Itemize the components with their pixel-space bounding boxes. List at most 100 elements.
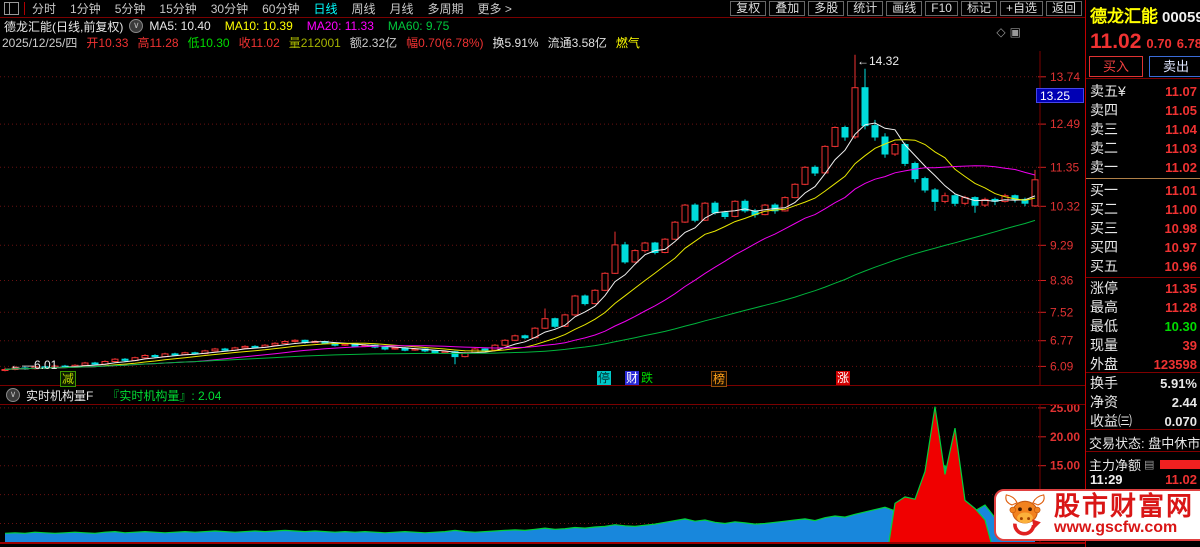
panel-row-现量[interactable]: 现量 39 (1086, 336, 1200, 355)
ma-label: MA60: 9.75 (387, 19, 450, 33)
panel-row-换手[interactable]: 换手 5.91% (1086, 374, 1200, 393)
candle-body (211, 348, 219, 352)
candle-body (821, 145, 829, 174)
candle-body (931, 189, 939, 202)
trade-status: 交易状态: 盘中休市 (1089, 436, 1200, 451)
candle-body (501, 339, 509, 346)
toolbar-button-画线[interactable]: 画线 (886, 1, 923, 16)
panel-row-买四[interactable]: 买四 10.97 (1086, 238, 1200, 257)
panel-row-卖一[interactable]: 卖一 11.02 (1086, 158, 1200, 177)
event-badge-榜[interactable]: 榜 (711, 371, 728, 387)
event-badge-减[interactable]: 减 (60, 371, 77, 387)
sell-button[interactable]: 卖出 (1149, 56, 1200, 77)
window-split-icon[interactable] (4, 2, 19, 15)
panel-divider (1086, 372, 1200, 373)
candle-body (551, 318, 559, 327)
toolbar-button-+自选[interactable]: +自选 (999, 1, 1043, 16)
panel-row-卖三[interactable]: 卖三 11.04 (1086, 120, 1200, 139)
tab-1分钟[interactable]: 1分钟 (70, 0, 101, 17)
indicator-name[interactable]: 实时机构量F (26, 387, 93, 404)
chevron-down-icon[interactable]: ∨ (6, 388, 20, 402)
indicator-svg: 25.0020.0015.0010.00 (0, 401, 1080, 543)
tab-30分钟[interactable]: 30分钟 (211, 0, 248, 17)
quote-field: 换5.91% (492, 35, 539, 50)
bid-levels: 买一 11.01 买二 11.00 买三 10.98 买四 10.97 买五 10.96 (1086, 181, 1200, 276)
panel-row-最低[interactable]: 最低 10.30 (1086, 317, 1200, 336)
tab-更多 >[interactable]: 更多 > (478, 0, 512, 17)
ma-line-MA5 (4, 122, 1036, 370)
candle-body (811, 166, 819, 174)
tab-5分钟[interactable]: 5分钟 (115, 0, 146, 17)
tab-多周期[interactable]: 多周期 (428, 0, 464, 17)
candle-body (541, 318, 549, 329)
candle-body (971, 197, 979, 206)
indicator-chart[interactable]: 25.0020.0015.0010.00 (0, 401, 1085, 544)
price-annotation: ←14.32 (857, 54, 899, 68)
event-badge-财[interactable]: 财 (625, 371, 640, 385)
event-badge-涨[interactable]: 涨 (836, 371, 851, 385)
panel-row-买五[interactable]: 买五 10.96 (1086, 257, 1200, 276)
candle-body (911, 163, 919, 180)
tab-分时[interactable]: 分时 (32, 0, 56, 17)
event-badge-跌[interactable]: 跌 (640, 371, 654, 385)
buy-button[interactable]: 买入 (1089, 56, 1143, 77)
panel-row-买一[interactable]: 买一 11.01 (1086, 181, 1200, 200)
toolbar-button-标记[interactable]: 标记 (960, 1, 997, 16)
tab-15分钟[interactable]: 15分钟 (159, 0, 196, 17)
candle-body (851, 87, 859, 138)
toolbar-button-统计[interactable]: 统计 (847, 1, 884, 16)
panel-row-买三[interactable]: 买三 10.98 (1086, 219, 1200, 238)
candle-body (631, 250, 639, 263)
panel-row-买二[interactable]: 买二 11.00 (1086, 200, 1200, 219)
toolbar-button-多股[interactable]: 多股 (808, 1, 845, 16)
event-badge-停[interactable]: 停 (597, 371, 612, 385)
toolbar-button-叠加[interactable]: 叠加 (769, 1, 806, 16)
stock-code: 000593 (1162, 9, 1200, 26)
stock-app-window: 分时 1分钟 5分钟 15分钟 30分钟 60分钟 日线 周线 月线 多周期 更多 > 复权 叠加 多股… (0, 0, 1200, 547)
candle-body (121, 358, 129, 361)
candle-body (881, 136, 889, 155)
ma-labels: MA5: 10.40 MA10: 10.39 MA20: 11.33 MA60: 9.… (149, 19, 463, 33)
candle-body (431, 350, 439, 354)
candle-body (571, 295, 579, 316)
indicator-header: ∨ 实时机构量F 『实时机构量』: 2.04 (0, 386, 1085, 405)
candle-body (141, 355, 149, 359)
y-axis-label: 9.29 (1050, 238, 1074, 252)
toolbar: 分时 1分钟 5分钟 15分钟 30分钟 60分钟 日线 周线 月线 多周期 更多 > 复权 叠加 多股… (0, 0, 1085, 18)
candle-body (681, 204, 689, 223)
toolbar-button-F10[interactable]: F10 (925, 1, 958, 16)
quote-field: 额2.32亿 (349, 35, 398, 50)
candle-body (241, 345, 249, 349)
expand-icon[interactable]: ▤ (1144, 458, 1154, 471)
window-icon[interactable]: ▣ (1010, 25, 1025, 39)
stock-name: 德龙汇能000593 (1090, 2, 1200, 27)
diamond-icon[interactable]: ◇ (996, 25, 1009, 39)
panel-row-卖四[interactable]: 卖四 11.05 (1086, 101, 1200, 120)
tab-月线[interactable]: 月线 (390, 0, 414, 17)
candle-body (611, 244, 619, 274)
tab-60分钟[interactable]: 60分钟 (262, 0, 299, 17)
tab-周线[interactable]: 周线 (351, 0, 375, 17)
toolbar-button-返回[interactable]: 返回 (1045, 1, 1082, 16)
candle-body (221, 348, 229, 351)
y-axis-label: 6.09 (1050, 359, 1074, 373)
panel-row-卖二[interactable]: 卖二 11.03 (1086, 139, 1200, 158)
panel-row-净资[interactable]: 净资 2.44 (1086, 393, 1200, 412)
candle-body (111, 358, 119, 363)
panel-row-涨停[interactable]: 涨停 11.35 (1086, 279, 1200, 298)
chart-info-line1: 德龙汇能(日线,前复权) ∨ MA5: 10.40 MA10: 10.39 MA20… (0, 18, 1085, 34)
candlestick-chart[interactable]: 13.74 12.49 11.35 10.32 9.29 8.36 7.52 6.77 6.09… (0, 25, 1085, 387)
quote-field: 低10.30 (187, 35, 230, 50)
candle-body (861, 87, 869, 127)
y-axis-label: 20.00 (1050, 430, 1080, 444)
candle-body (581, 295, 589, 305)
last-price: 11.020.706.78% (1090, 30, 1200, 54)
panel-row-最高[interactable]: 最高 11.28 (1086, 298, 1200, 317)
tab-日线[interactable]: 日线 (313, 0, 337, 17)
panel-row-卖五¥[interactable]: 卖五¥ 11.07 (1086, 82, 1200, 101)
panel-divider (1086, 451, 1200, 452)
candle-body (951, 195, 959, 204)
watermark-url: www.gscfw.com (1054, 519, 1178, 537)
toolbar-button-复权[interactable]: 复权 (730, 1, 767, 16)
chevron-down-icon[interactable]: ∨ (129, 19, 144, 33)
